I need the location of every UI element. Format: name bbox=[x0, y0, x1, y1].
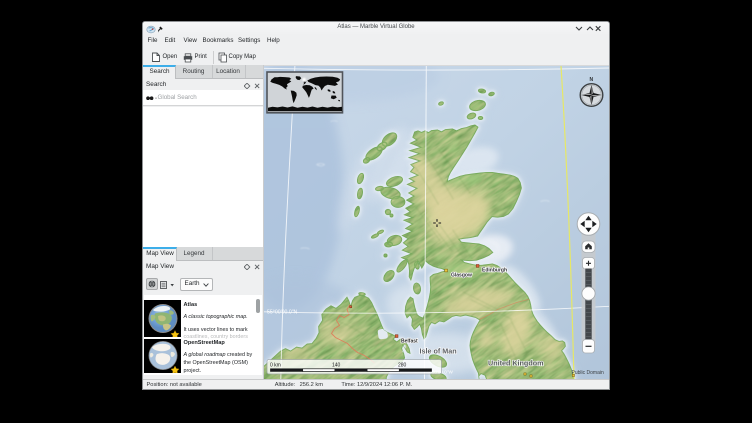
svg-text:Isle of Man: Isle of Man bbox=[419, 346, 456, 355]
svg-text:55°00'00.0"N: 55°00'00.0"N bbox=[267, 309, 298, 315]
svg-text:Edinburgh: Edinburgh bbox=[482, 267, 507, 273]
svg-text:Public Domain: Public Domain bbox=[571, 370, 603, 376]
svg-text:0 km: 0 km bbox=[270, 362, 281, 368]
svg-text:Glasgow: Glasgow bbox=[451, 272, 472, 278]
svg-text:United Kingdom: United Kingdom bbox=[488, 358, 544, 367]
svg-text:140: 140 bbox=[332, 362, 341, 368]
svg-text:Belfast: Belfast bbox=[401, 338, 418, 344]
svg-text:N: N bbox=[589, 77, 593, 83]
svg-text:280: 280 bbox=[398, 362, 407, 368]
